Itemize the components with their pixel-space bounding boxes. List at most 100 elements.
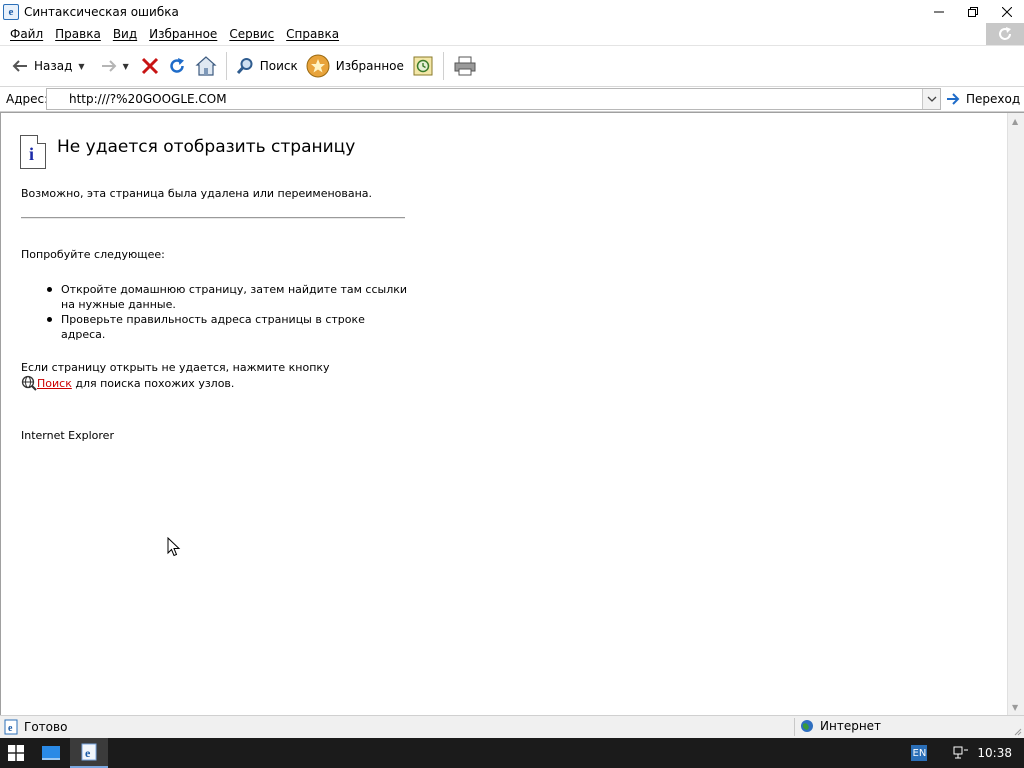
history-icon <box>413 56 433 76</box>
status-divider <box>794 718 795 736</box>
resize-grip-icon[interactable] <box>1012 726 1022 736</box>
refresh-button[interactable] <box>163 51 191 81</box>
bullet <box>47 317 52 322</box>
chevron-down-icon <box>927 96 936 102</box>
scroll-up-icon[interactable]: ▲ <box>1012 117 1018 126</box>
bullet <box>47 287 52 292</box>
toolbar-separator <box>225 52 227 80</box>
printer-icon <box>454 56 476 76</box>
windows-logo-icon <box>8 745 24 761</box>
window-title: Синтаксическая ошибка <box>24 4 179 19</box>
menu-tools[interactable]: Сервис <box>223 27 280 41</box>
stop-icon <box>141 57 158 75</box>
search-link[interactable]: Поиск <box>37 377 72 390</box>
list-item: Проверьте правильность адреса страницы в… <box>21 312 411 342</box>
vertical-scrollbar[interactable]: ▲ ▼ <box>1007 113 1024 716</box>
ie-throbber <box>986 23 1024 45</box>
print-button[interactable] <box>449 51 481 81</box>
start-button[interactable] <box>0 738 32 768</box>
refresh-icon <box>170 58 184 73</box>
standard-toolbar: Назад ▼ ▼ Поиск Избранное <box>0 45 1024 87</box>
menu-favorites[interactable]: Избранное <box>143 27 223 41</box>
taskbar-desktop-app[interactable] <box>32 738 70 768</box>
status-bar: e Готово Интернет <box>0 715 1024 738</box>
ie-page-icon: e <box>3 3 19 20</box>
back-button[interactable]: Назад ▼ <box>8 51 89 81</box>
menu-help[interactable]: Справка <box>280 27 345 41</box>
status-text: Готово <box>24 720 68 734</box>
info-page-icon: i <box>20 135 46 169</box>
help-text-line1: Если страницу открыть не удается, нажмит… <box>21 361 330 374</box>
close-icon <box>1002 6 1012 17</box>
forward-dropdown-icon[interactable]: ▼ <box>123 62 129 71</box>
network-icon[interactable] <box>953 746 969 760</box>
address-box <box>46 88 941 110</box>
minimize-button[interactable] <box>922 0 956 23</box>
status-zone: Интернет <box>800 719 881 733</box>
page-status-icon: e <box>4 719 18 735</box>
address-bar: Адрес: Переход <box>0 87 1024 112</box>
forward-arrow-icon <box>101 60 116 72</box>
system-tray: EN 10:38 <box>911 738 1024 768</box>
zone-text: Интернет <box>820 719 882 733</box>
restore-icon <box>968 6 978 17</box>
help-text-rest: для поиска похожих узлов. <box>71 376 235 390</box>
window-controls <box>922 0 1024 23</box>
error-subtitle: Возможно, эта страница была удалена или … <box>21 187 373 200</box>
page-content: i Не удается отобразить страницу Возможн… <box>0 112 1024 716</box>
list-item: Откройте домашнюю страницу, затем найдит… <box>21 282 411 312</box>
suggestion-text: Проверьте правильность адреса страницы в… <box>61 313 365 341</box>
favorites-button[interactable]: Избранное <box>302 51 408 81</box>
address-input[interactable] <box>69 91 909 107</box>
ie-refresh-logo-icon <box>999 27 1011 40</box>
error-title: Не удается отобразить страницу <box>57 137 356 157</box>
desktop-window-icon <box>42 746 60 760</box>
scroll-down-icon[interactable]: ▼ <box>1012 703 1018 712</box>
language-indicator[interactable]: EN <box>911 745 928 761</box>
go-label: Переход <box>966 92 1021 106</box>
suggestion-list: Откройте домашнюю страницу, затем найдит… <box>21 282 411 342</box>
favorites-star-icon <box>306 54 330 78</box>
mouse-pointer-icon <box>167 537 181 557</box>
ie-taskbar-icon: e <box>81 743 97 761</box>
taskbar: e EN 10:38 <box>0 738 1024 768</box>
back-arrow-icon <box>12 60 27 72</box>
suggestion-text: Откройте домашнюю страницу, затем найдит… <box>61 283 408 311</box>
svg-text:e: e <box>8 723 13 734</box>
history-button[interactable] <box>408 51 438 81</box>
taskbar-ie-app[interactable]: e <box>70 738 108 768</box>
divider <box>21 217 405 219</box>
stop-button[interactable] <box>137 51 163 81</box>
menu-view[interactable]: Вид <box>107 27 143 41</box>
internet-globe-icon <box>801 720 813 732</box>
info-glyph: i <box>29 144 35 164</box>
clock[interactable]: 10:38 <box>977 746 1012 760</box>
footer-ie-label: Internet Explorer <box>21 429 114 442</box>
menu-file[interactable]: Файл <box>4 27 49 41</box>
svg-text:e: e <box>85 746 91 760</box>
menu-edit[interactable]: Правка <box>49 27 107 41</box>
address-dropdown-button[interactable] <box>922 89 940 109</box>
home-button[interactable] <box>191 51 221 81</box>
go-arrow-icon <box>947 93 960 105</box>
favorites-label: Избранное <box>335 59 404 73</box>
page-fold-decoration <box>37 135 46 144</box>
close-button[interactable] <box>990 0 1024 23</box>
toolbar-separator <box>442 52 444 80</box>
try-heading: Попробуйте следующее: <box>21 248 165 261</box>
menu-bar: Файл Правка Вид Избранное Сервис Справка <box>0 23 1024 45</box>
back-label: Назад <box>34 59 73 73</box>
go-button[interactable]: Переход <box>946 89 1020 109</box>
status-left: e Готово <box>0 719 67 735</box>
help-text-line2: Поиск для поиска похожих узлов. <box>21 375 234 391</box>
search-icon <box>236 58 253 75</box>
search-globe-icon <box>21 375 37 391</box>
ie-window: e Синтаксическая ошибка Файл Правка Вид … <box>0 0 1024 768</box>
address-label: Адрес: <box>6 92 49 106</box>
title-bar: e Синтаксическая ошибка <box>0 0 1024 23</box>
search-button[interactable]: Поиск <box>232 51 302 81</box>
minimize-icon <box>934 11 944 12</box>
restore-button[interactable] <box>956 0 990 23</box>
back-dropdown-icon[interactable]: ▼ <box>78 62 84 71</box>
forward-button[interactable]: ▼ <box>97 51 133 81</box>
